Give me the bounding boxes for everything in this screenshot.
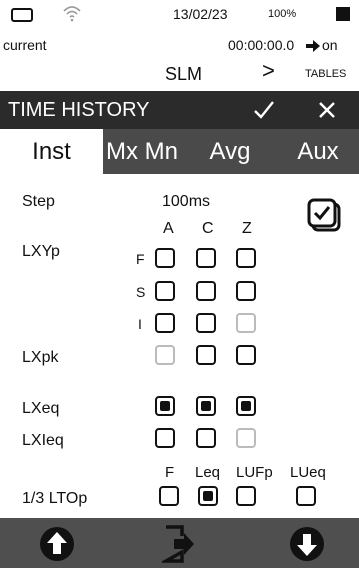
- checkbox-lxyp-s-a[interactable]: [155, 281, 175, 301]
- lto-column-lufp: LUFp: [236, 464, 273, 481]
- checkbox-lxpk-c[interactable]: [196, 345, 216, 365]
- footer-bar: [0, 518, 359, 568]
- select-all-checkbox-icon[interactable]: [307, 198, 343, 234]
- scroll-up-button[interactable]: [37, 518, 77, 568]
- confirm-check-icon[interactable]: [253, 100, 275, 120]
- checkbox-lxyp-i-a[interactable]: [155, 313, 175, 333]
- checkbox-lxyp-f-a[interactable]: [155, 248, 175, 268]
- tab-mx-mn[interactable]: Mx Mn: [103, 129, 181, 174]
- lxyp-s-label: S: [136, 284, 146, 300]
- arrow-right-icon: [306, 40, 320, 52]
- lto-label: 1/3 LTOp: [22, 490, 88, 507]
- checkbox-lto-lueq[interactable]: [296, 486, 316, 506]
- timer-value: 00:00:00.0: [228, 37, 295, 53]
- checkbox-lto-lufp[interactable]: [236, 486, 256, 506]
- screen-icon: [11, 8, 33, 22]
- checkbox-lxpk-z[interactable]: [236, 345, 256, 365]
- checkbox-lxieq-c[interactable]: [196, 428, 216, 448]
- lxyp-label: LXYp: [22, 243, 60, 260]
- lxieq-label: LXIeq: [22, 432, 64, 449]
- mode-label: current: [3, 37, 47, 53]
- checkbox-lto-f[interactable]: [159, 486, 179, 506]
- timer-state: on: [322, 37, 338, 53]
- tables-link[interactable]: TABLES: [305, 68, 346, 80]
- checkbox-lxyp-s-c[interactable]: [196, 281, 216, 301]
- lxeq-label: LXeq: [22, 400, 60, 417]
- checkbox-lxyp-i-z: [236, 313, 256, 333]
- lto-column-leq: Leq: [195, 464, 221, 481]
- lto-column-f: F: [165, 464, 175, 481]
- header-bar: TIME HISTORY: [0, 91, 359, 129]
- next-page-button[interactable]: >: [262, 58, 275, 84]
- exit-icon[interactable]: [162, 518, 198, 568]
- checkbox-lxieq-z: [236, 428, 256, 448]
- status-bar: 13/02/23 100%: [0, 0, 359, 34]
- checkbox-lxieq-a[interactable]: [155, 428, 175, 448]
- step-value[interactable]: 100ms: [162, 193, 210, 211]
- tab-bar: Inst Mx Mn Avg Aux: [0, 129, 359, 174]
- checkbox-lxyp-f-c[interactable]: [196, 248, 216, 268]
- scroll-down-button[interactable]: [287, 518, 327, 568]
- lxpk-label: LXpk: [22, 349, 59, 366]
- step-label: Step: [22, 193, 55, 210]
- checkbox-lxyp-s-z[interactable]: [236, 281, 256, 301]
- close-icon[interactable]: [318, 101, 336, 119]
- checkbox-lto-leq[interactable]: [198, 486, 218, 506]
- checkbox-lxeq-c[interactable]: [196, 396, 216, 416]
- status-date: 13/02/23: [173, 6, 228, 22]
- checkbox-lxeq-a[interactable]: [155, 396, 175, 416]
- tab-inst[interactable]: Inst: [0, 129, 103, 174]
- column-header-c: C: [202, 220, 214, 237]
- lto-column-lueq: LUeq: [290, 464, 326, 481]
- lxyp-f-label: F: [136, 251, 145, 267]
- battery-icon: [336, 7, 350, 21]
- checkbox-lxpk-a: [155, 345, 175, 365]
- page-title: SLM: [165, 64, 203, 84]
- tab-aux[interactable]: Aux: [282, 129, 354, 174]
- checkbox-lxyp-f-z[interactable]: [236, 248, 256, 268]
- wifi-icon: [63, 6, 81, 22]
- checkbox-lxyp-i-c[interactable]: [196, 313, 216, 333]
- tab-avg[interactable]: Avg: [193, 129, 267, 174]
- column-header-a: A: [163, 220, 174, 237]
- header-title: TIME HISTORY: [8, 99, 150, 121]
- lxyp-i-label: I: [138, 316, 142, 332]
- battery-percent: 100%: [268, 8, 297, 20]
- column-header-z: Z: [242, 220, 252, 237]
- checkbox-lxeq-z[interactable]: [236, 396, 256, 416]
